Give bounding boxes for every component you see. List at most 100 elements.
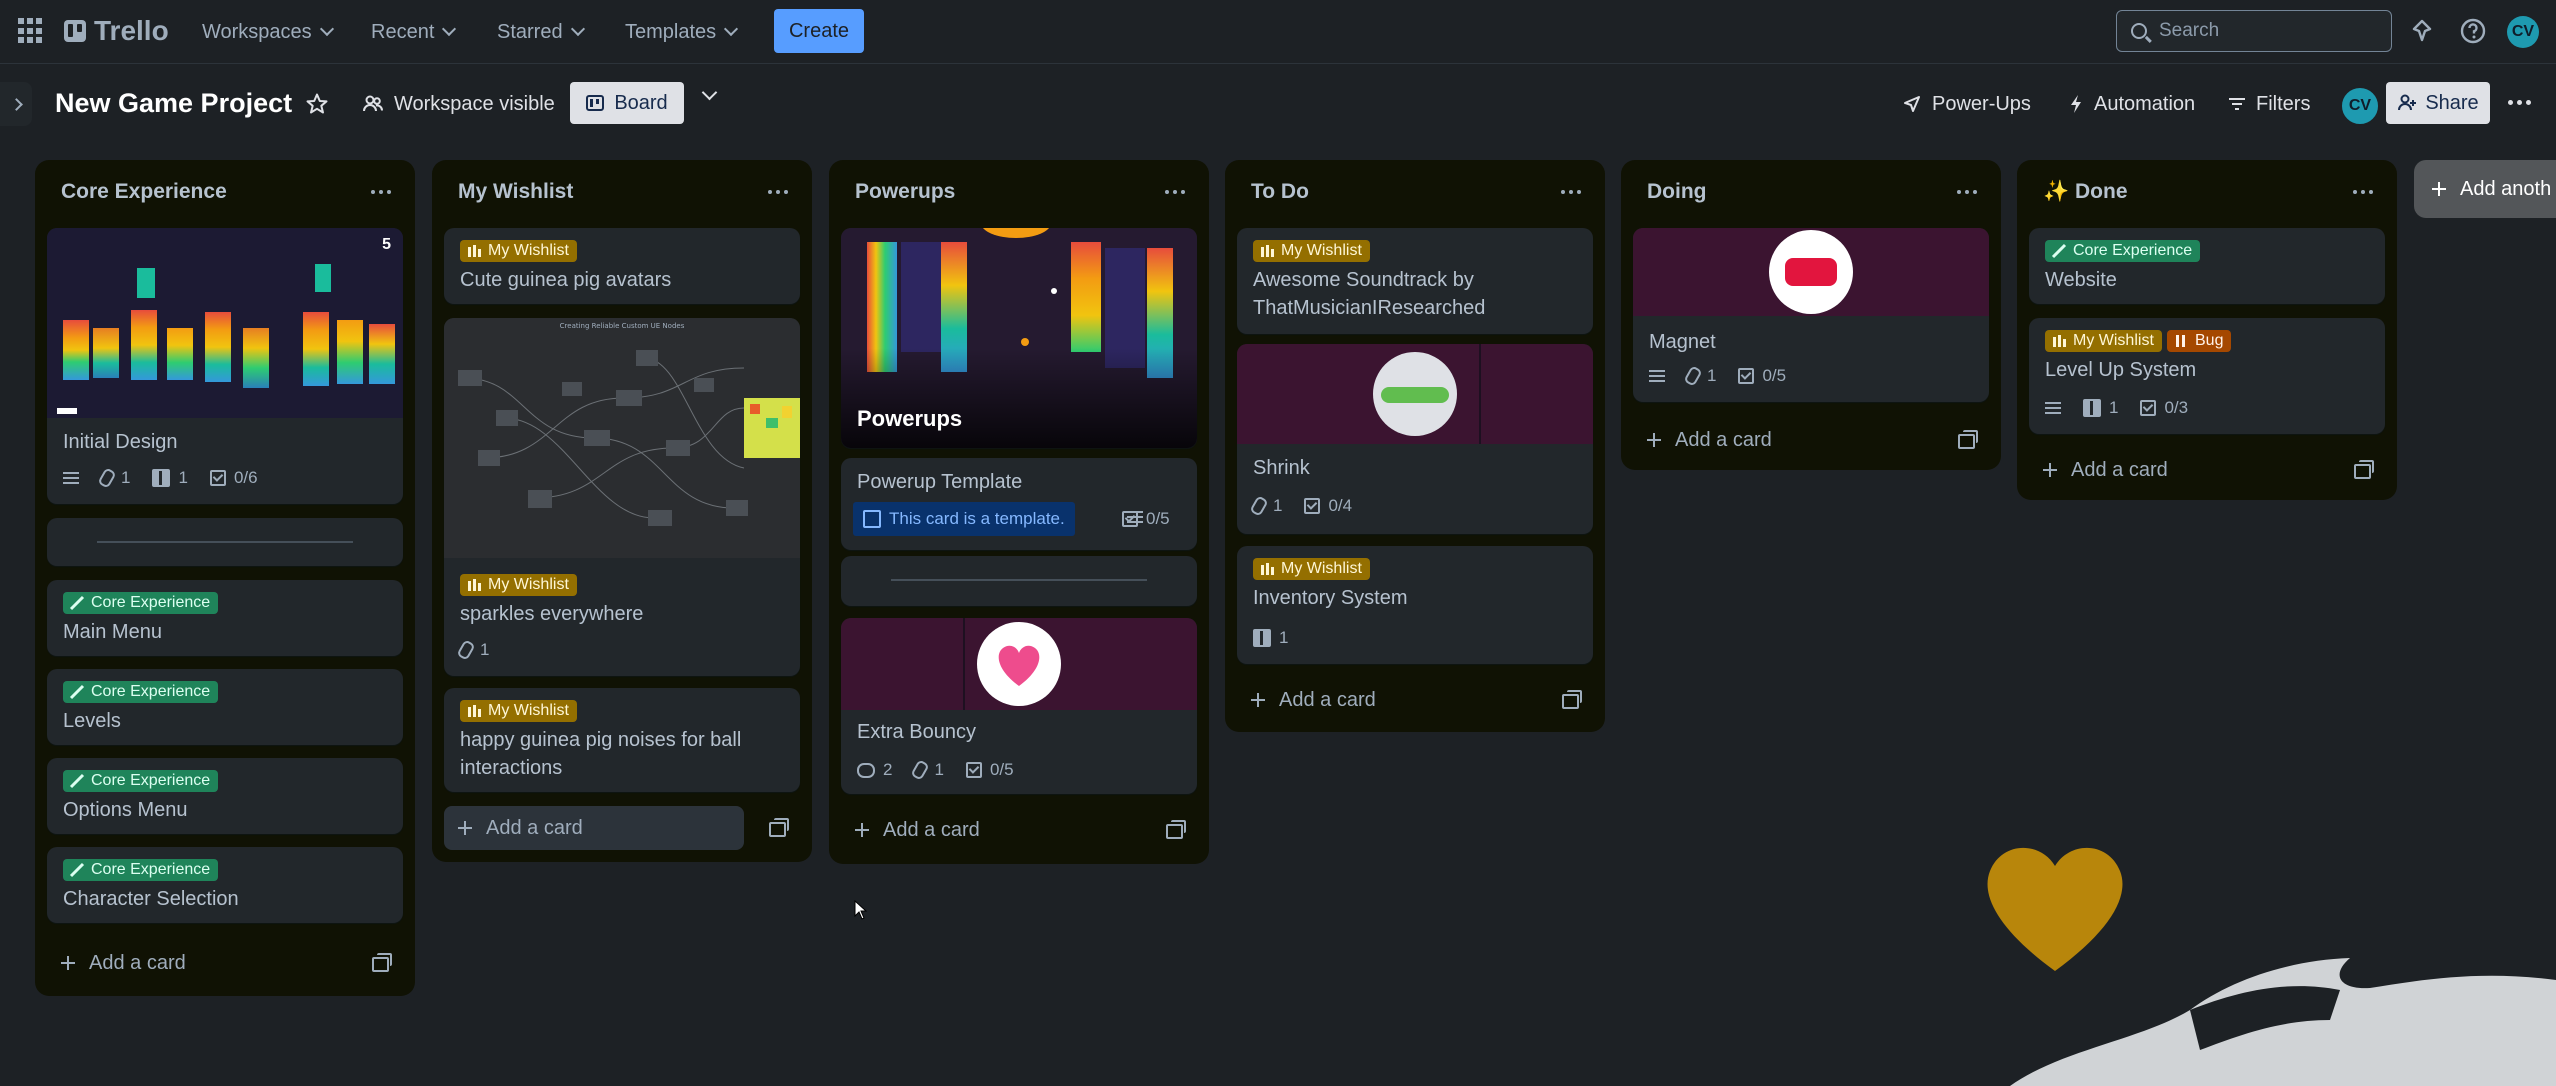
create-from-template-icon[interactable] [1166,820,1188,839]
card-level-up-system[interactable]: My Wishlist Bug Level Up System 1 0/3 [2029,318,2385,434]
card-initial-design[interactable]: 5 Initial Design 1 1 0/6 [47,228,403,504]
card-extra-bouncy[interactable]: Extra Bouncy 2 1 0/5 [841,618,1197,794]
card-separator[interactable] [47,518,403,566]
stripe-icon [69,773,85,789]
create-from-template-icon[interactable] [769,818,791,837]
notifications-icon[interactable] [2407,16,2437,46]
create-from-template-icon[interactable] [1562,690,1584,709]
recent-menu[interactable]: Recent [371,12,457,52]
add-card-button[interactable]: Add a card [1633,418,1933,462]
logo-text: Trello [94,15,169,46]
add-card-button[interactable]: Add a card [2029,448,2329,492]
search-input[interactable]: Search [2116,10,2392,52]
checklist-count: 0/5 [1146,509,1170,528]
list-menu-button[interactable] [1561,190,1583,196]
linked-board-icon [152,469,171,487]
card-main-menu[interactable]: Core Experience Main Menu [47,580,403,656]
card-options-menu[interactable]: Core Experience Options Menu [47,758,403,834]
trello-logo[interactable]: Trello [64,15,169,47]
workspaces-menu[interactable]: Workspaces [202,12,334,52]
card-title: Cute guinea pig avatars [460,269,672,291]
board-menu-button[interactable] [2508,100,2531,105]
templates-menu[interactable]: Templates [625,12,739,52]
description-icon [63,472,79,484]
star-icon[interactable] [305,92,329,116]
list-menu-button[interactable] [2353,190,2375,196]
list-title[interactable]: Powerups [855,180,955,204]
stripe-icon [468,579,481,591]
linked-board-icon [1253,629,1271,647]
card-separator[interactable] [841,556,1197,606]
app-switcher-icon[interactable] [18,18,44,44]
checklist-count: 0/5 [989,760,1014,779]
label-core-experience: Core Experience [63,592,219,614]
card-badges: 1 [456,639,489,661]
card-cover-image: Creating Reliable Custom UE Nodes [444,318,800,558]
minus-emoji-icon [1373,352,1457,436]
list-title[interactable]: ✨ Done [2043,180,2128,204]
help-icon[interactable] [2458,16,2488,46]
cover-caption: Creating Reliable Custom UE Nodes [560,322,685,330]
card-awesome-soundtrack[interactable]: My Wishlist Awesome Soundtrack by ThatMu… [1237,228,1593,334]
create-from-template-icon[interactable] [372,953,394,972]
list-title[interactable]: My Wishlist [458,180,573,204]
checklist-icon [965,762,982,778]
card-magnet[interactable]: Magnet 1 0/5 [1633,228,1989,402]
create-button[interactable]: Create [774,9,864,53]
list-title[interactable]: Core Experience [61,180,227,204]
automation-button[interactable]: Automation [2068,84,2195,124]
rocket-icon [1904,96,1920,112]
heart-emoji-icon [977,622,1061,706]
stripe-icon [2053,335,2066,347]
add-card-button[interactable]: Add a card [841,808,1141,852]
user-avatar[interactable]: CV [2507,16,2539,48]
card-shrink[interactable]: Shrink 1 0/4 [1237,344,1593,534]
share-button[interactable]: Share [2386,82,2490,124]
add-card-button[interactable]: Add a card [1237,678,1537,722]
recent-label: Recent [371,20,435,43]
add-card-button[interactable]: Add a card [444,806,744,850]
sidebar-expand-button[interactable] [0,82,32,126]
list-menu-button[interactable] [768,190,790,196]
card-sparkles-everywhere[interactable]: Creating Reliable Custom UE Nodes My Wis… [444,318,800,676]
card-powerups-cover[interactable]: Powerups [841,228,1197,448]
create-from-template-icon[interactable] [2354,460,2376,479]
description-icon [2045,402,2061,414]
create-from-template-icon[interactable] [1958,430,1980,449]
add-card-button[interactable]: Add a card [47,941,347,985]
card-badges: 2 1 0/5 [857,759,1014,781]
card-website[interactable]: Core Experience Website [2029,228,2385,304]
card-powerup-template[interactable]: Powerup Template This card is a template… [841,458,1197,550]
people-icon [363,95,383,112]
board-view-button[interactable]: Board [570,82,684,124]
list-menu-button[interactable] [371,190,393,196]
board-count: 1 [178,468,188,487]
list-title[interactable]: Doing [1647,180,1706,204]
add-another-list-button[interactable]: Add anoth [2414,160,2556,218]
board-view-icon [586,95,605,111]
card-title: Awesome Soundtrack by ThatMusicianIResea… [1253,269,1486,319]
label-bug: Bug [2167,330,2232,352]
label-text: My Wishlist [488,242,569,259]
card-levels[interactable]: Core Experience Levels [47,669,403,745]
list-menu-button[interactable] [1957,190,1979,196]
list-title[interactable]: To Do [1251,180,1309,204]
cover-score: 5 [382,236,391,253]
board-member-avatar[interactable]: CV [2340,86,2380,126]
filters-button[interactable]: Filters [2228,84,2310,124]
card-cute-guinea-pig-avatars[interactable]: My Wishlist Cute guinea pig avatars [444,228,800,304]
visibility-button[interactable]: Workspace visible [362,84,555,124]
add-card-label: Add a card [1279,688,1376,711]
view-switcher-dropdown[interactable] [701,84,718,101]
card-happy-guinea-pig-noises[interactable]: My Wishlist happy guinea pig noises for … [444,688,800,792]
card-title: Character Selection [63,888,239,910]
list-menu-button[interactable] [1165,190,1187,196]
card-character-selection[interactable]: Core Experience Character Selection [47,847,403,923]
starred-menu[interactable]: Starred [497,12,585,52]
board-title[interactable]: New Game Project [55,88,292,119]
plus-icon [2043,463,2057,477]
card-inventory-system[interactable]: My Wishlist Inventory System 1 [1237,546,1593,664]
power-ups-button[interactable]: Power-Ups [1902,84,2031,124]
comment-count: 2 [883,760,893,779]
stripe-icon [1261,245,1274,257]
